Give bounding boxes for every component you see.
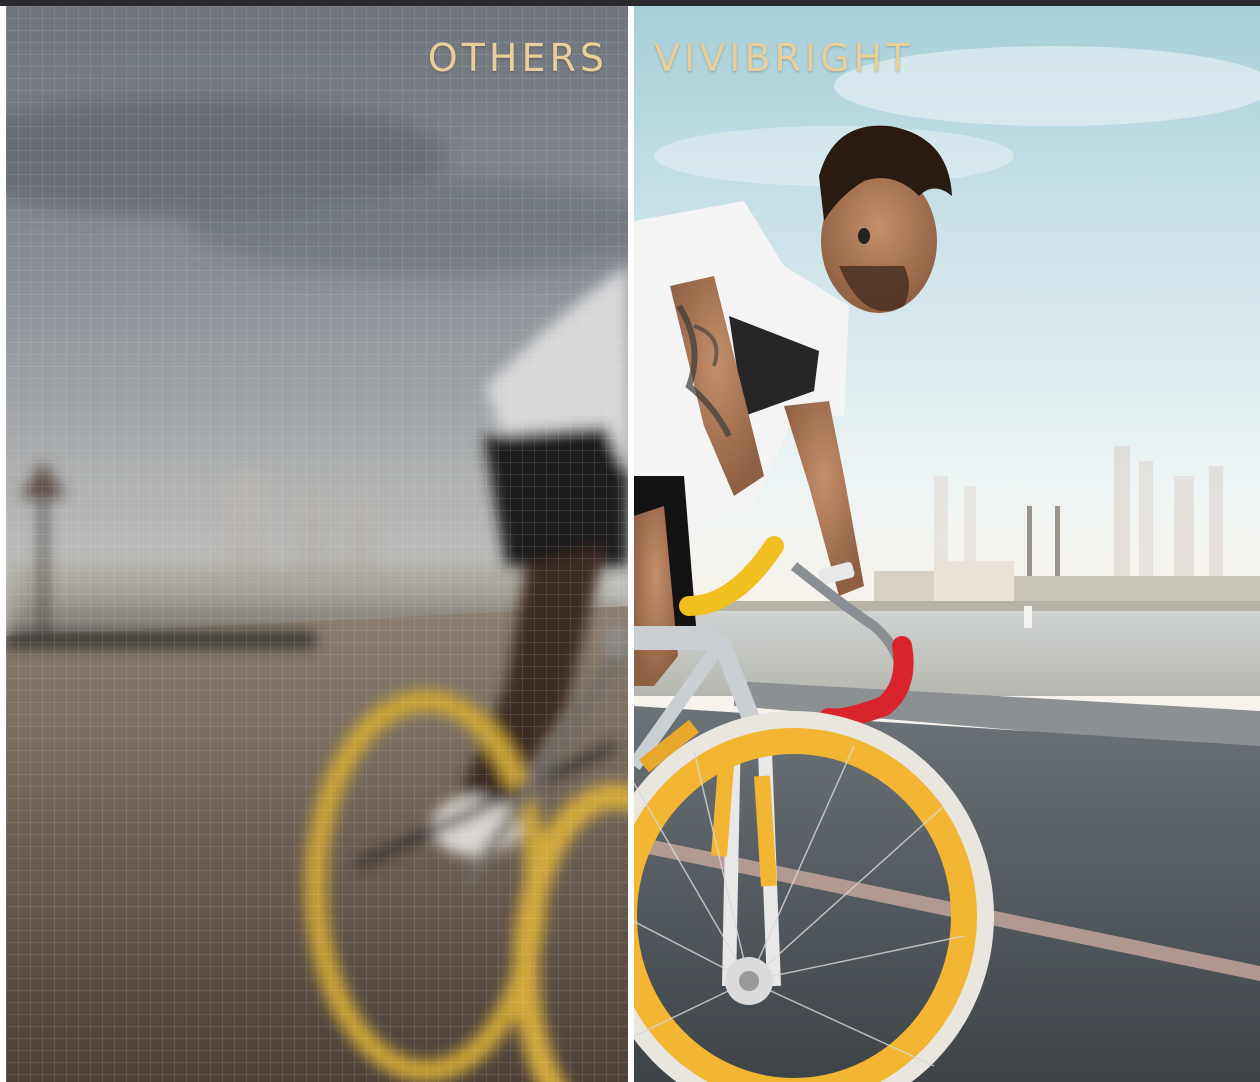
vivibright-photo xyxy=(634,6,1260,1082)
others-photo xyxy=(6,6,628,1082)
others-label: OTHERS xyxy=(427,36,608,80)
others-panel: OTHERS xyxy=(6,6,628,1082)
vivibright-panel: VIVIBRIGHT xyxy=(634,6,1260,1082)
vivibright-label: VIVIBRIGHT xyxy=(654,36,914,80)
comparison-image: OTHERS VIVIBRIGHT xyxy=(0,0,1260,1082)
